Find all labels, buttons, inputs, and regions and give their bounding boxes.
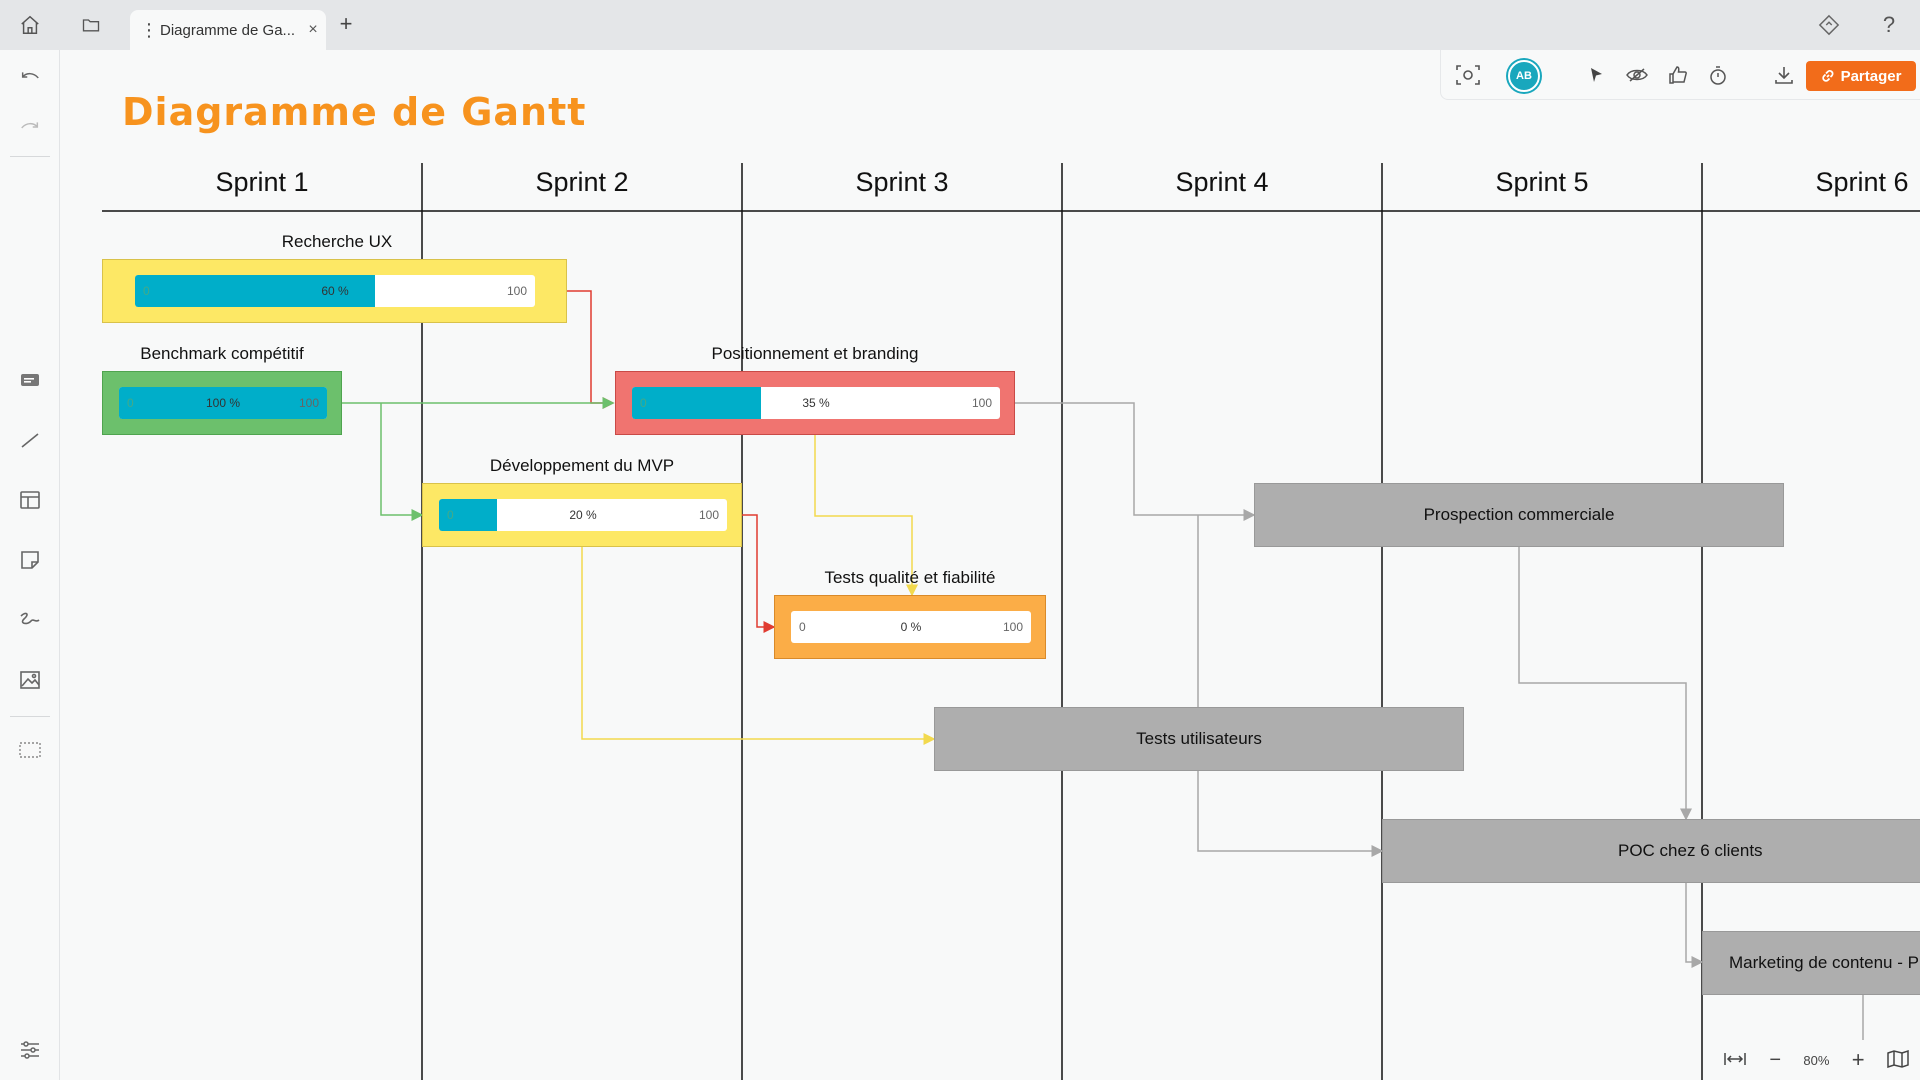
progress-bar: 0 20 % 100	[439, 499, 727, 531]
share-button[interactable]: Partager	[1806, 61, 1916, 91]
sprint-6-label: Sprint 6	[1815, 167, 1909, 197]
task-bar-tests-utilisateurs[interactable]: Tests utilisateurs	[934, 707, 1464, 771]
tab-title: Diagramme de Ga...	[160, 21, 296, 39]
sprint-5-label: Sprint 5	[1495, 167, 1589, 197]
progress-bar: 0 0 % 100	[791, 611, 1031, 643]
progress-max: 100	[1002, 620, 1023, 634]
settings-sliders-icon[interactable]	[10, 1030, 50, 1070]
task-label: Tests qualité et fiabilité	[824, 568, 996, 587]
task-bar-tests-qualite[interactable]: 0 0 % 100	[774, 595, 1046, 659]
progress-max: 100	[971, 396, 992, 410]
redo-icon[interactable]	[10, 107, 50, 147]
user-avatar[interactable]: AB	[1508, 60, 1540, 92]
new-tab-button[interactable]: +	[334, 13, 358, 37]
dependency-connector	[567, 290, 615, 409]
progress-value: 35 %	[802, 396, 830, 410]
sticky-note-icon[interactable]	[10, 540, 50, 580]
task-bar-mvp[interactable]: 0 20 % 100	[422, 483, 742, 547]
timer-icon[interactable]	[1703, 60, 1733, 90]
tab-menu-icon[interactable]: ⋮	[138, 20, 160, 41]
dependency-connector	[742, 514, 776, 633]
progress-bar: 0 35 % 100	[632, 387, 1000, 419]
gantt-grid	[102, 163, 1920, 1080]
zoom-out-button[interactable]: −	[1769, 1049, 1781, 1072]
toolbar-divider	[10, 156, 50, 157]
frame-tool-icon[interactable]	[10, 730, 50, 770]
dependency-connector	[1685, 883, 1704, 968]
zoom-controls: − 80% +	[1712, 1040, 1920, 1080]
dependency-connector	[1015, 402, 1256, 521]
template-tool-icon[interactable]	[10, 480, 50, 520]
sprint-4-label: Sprint 4	[1175, 167, 1269, 197]
task-bar-positionnement[interactable]: 0 35 % 100	[615, 371, 1015, 435]
draw-tool-icon[interactable]	[10, 600, 50, 640]
progress-max: 100	[698, 508, 719, 522]
help-icon[interactable]: ?	[1864, 0, 1914, 50]
image-tool-icon[interactable]	[10, 660, 50, 700]
task-bar-benchmark[interactable]: 0 100 % 100	[102, 371, 342, 435]
sprint-1-label: Sprint 1	[215, 167, 309, 197]
task-bar-prospection[interactable]: Prospection commerciale	[1254, 483, 1784, 547]
sprint-3-label: Sprint 3	[855, 167, 949, 197]
map-icon[interactable]	[1887, 1049, 1909, 1071]
progress-value: 20 %	[569, 508, 597, 522]
dependency-connector	[380, 403, 424, 521]
folder-icon[interactable]	[66, 0, 116, 50]
task-label: Développement du MVP	[489, 456, 675, 475]
progress-bar: 0 100 % 100	[119, 387, 327, 419]
progress-bar: 0 60 % 100	[135, 275, 535, 307]
cursor-icon[interactable]	[1581, 60, 1611, 90]
progress-max: 100	[298, 396, 319, 410]
diamond-icon[interactable]	[1804, 0, 1854, 50]
task-bar-recherche-ux[interactable]: 0 60 % 100	[102, 259, 567, 323]
toolbar-divider	[10, 716, 50, 717]
sprint-2-label: Sprint 2	[535, 167, 629, 197]
task-label: Benchmark compétitif	[140, 344, 304, 363]
fit-width-icon[interactable]	[1723, 1051, 1747, 1070]
task-bar-marketing[interactable]: Marketing de contenu - Pr	[1702, 931, 1920, 995]
task-bar-poc[interactable]: POC chez 6 clients	[1382, 819, 1920, 883]
share-label: Partager	[1840, 67, 1902, 85]
zoom-in-button[interactable]: +	[1852, 1047, 1865, 1073]
download-icon[interactable]	[1769, 60, 1799, 90]
dependency-connector	[1197, 771, 1384, 857]
progress-value: 0 %	[900, 620, 922, 634]
close-tab-icon[interactable]: ×	[300, 21, 326, 39]
visibility-off-icon[interactable]	[1622, 60, 1652, 90]
thumbs-up-icon[interactable]	[1663, 60, 1693, 90]
line-tool-icon[interactable]	[10, 420, 50, 460]
tab-bar: ⋮ Diagramme de Ga... × + ?	[0, 0, 1920, 50]
screenshot-icon[interactable]	[1453, 60, 1483, 90]
progress-max: 100	[506, 284, 527, 298]
link-icon	[1821, 70, 1833, 82]
dependency-connector	[1518, 547, 1692, 821]
left-toolbar	[0, 50, 60, 1080]
progress-value: 100 %	[205, 396, 241, 410]
board-canvas[interactable]: Diagramme de Gantt Sprint 1 Sprint 2 Spr…	[61, 50, 1920, 1080]
zoom-level[interactable]: 80%	[1803, 1053, 1829, 1068]
tab-diagramme[interactable]: ⋮ Diagramme de Ga... ×	[130, 10, 326, 50]
task-label: Positionnement et branding	[711, 344, 919, 363]
progress-value: 60 %	[321, 284, 349, 298]
task-label: Recherche UX	[281, 232, 393, 251]
home-icon[interactable]	[5, 0, 55, 50]
undo-icon[interactable]	[10, 57, 50, 97]
text-tool-icon[interactable]	[10, 360, 50, 400]
